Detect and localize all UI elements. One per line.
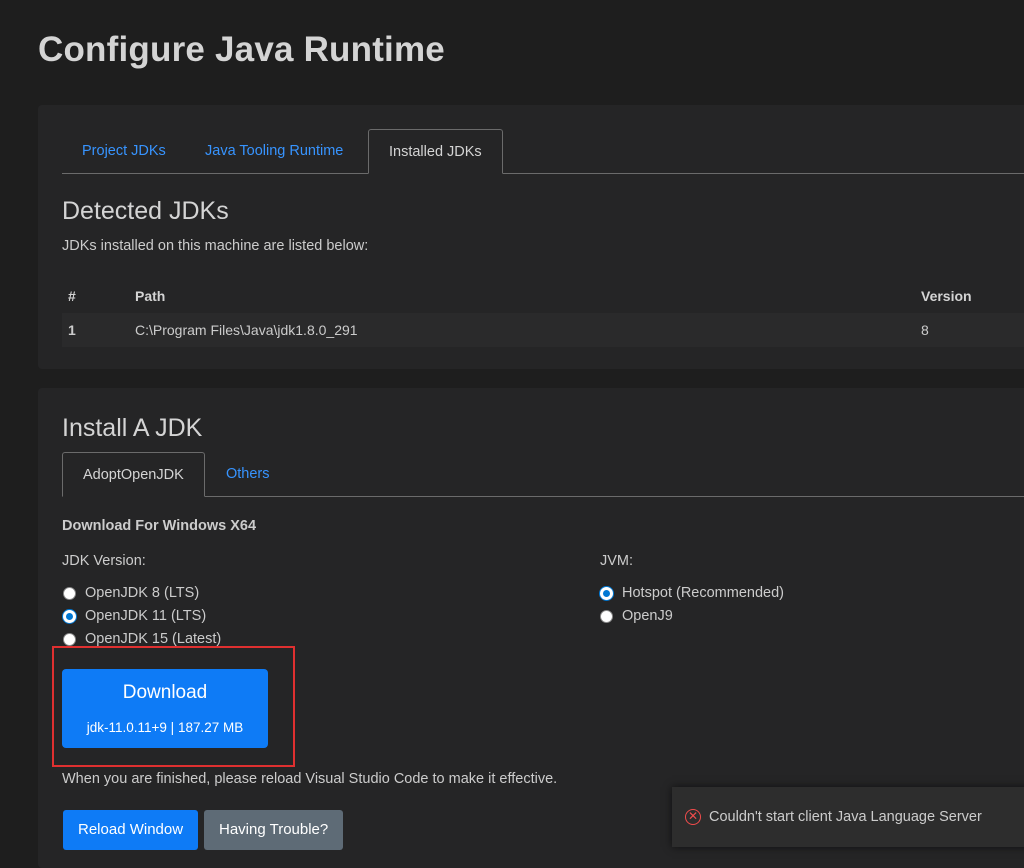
- column-header-number: #: [68, 288, 76, 304]
- notification-message: Couldn't start client Java Language Serv…: [709, 809, 982, 825]
- jdk-version-label: JDK Version:: [62, 553, 146, 569]
- column-header-path: Path: [135, 288, 166, 304]
- radio-button[interactable]: [63, 586, 76, 600]
- runtime-tabs: Project JDKs Java Tooling Runtime Instal…: [62, 129, 1024, 174]
- detected-jdks-heading: Detected JDKs: [62, 197, 229, 225]
- tab-java-tooling-runtime[interactable]: Java Tooling Runtime: [185, 129, 363, 173]
- radio-label: OpenJDK 15 (Latest): [85, 631, 222, 647]
- error-notification[interactable]: ✕ Couldn't start client Java Language Se…: [672, 787, 1024, 847]
- radio-button[interactable]: [63, 632, 76, 646]
- column-header-version: Version: [921, 288, 972, 304]
- tab-others[interactable]: Others: [206, 452, 290, 496]
- radio-label: OpenJDK 11 (LTS): [85, 608, 207, 624]
- finish-note: When you are finished, please reload Vis…: [62, 771, 558, 787]
- install-jdk-heading: Install A JDK: [62, 414, 203, 442]
- table-row: 1 C:\Program Files\Java\jdk1.8.0_291 8: [62, 313, 1024, 347]
- having-trouble-button[interactable]: Having Trouble?: [204, 810, 344, 850]
- tab-adoptopenjdk[interactable]: AdoptOpenJDK: [62, 452, 205, 497]
- platform-label: Download For Windows X64: [62, 518, 257, 534]
- tab-installed-jdks[interactable]: Installed JDKs: [368, 129, 503, 174]
- jvm-label: JVM:: [600, 553, 634, 569]
- radio-button[interactable]: [600, 609, 613, 623]
- page-title: Configure Java Runtime: [38, 30, 445, 69]
- detected-jdks-description: JDKs installed on this machine are liste…: [62, 238, 369, 254]
- installed-jdks-panel: Project JDKs Java Tooling Runtime Instal…: [38, 105, 1024, 369]
- radio-button-checked[interactable]: [63, 609, 76, 623]
- radio-label: OpenJDK 8 (LTS): [85, 585, 200, 601]
- radio-hotspot[interactable]: Hotspot (Recommended): [600, 582, 784, 604]
- radio-openjdk-11[interactable]: OpenJDK 11 (LTS): [63, 605, 206, 627]
- row-number: 1: [68, 322, 76, 338]
- distribution-tabs: AdoptOpenJDK Others: [62, 452, 1024, 497]
- radio-label: Hotspot (Recommended): [622, 585, 784, 601]
- radio-openj9[interactable]: OpenJ9: [600, 605, 673, 627]
- highlight-box: [52, 646, 295, 767]
- tab-project-jdks[interactable]: Project JDKs: [62, 129, 186, 173]
- reload-window-button[interactable]: Reload Window: [63, 810, 199, 850]
- radio-label: OpenJ9: [622, 608, 673, 624]
- table-header: # Path Version: [62, 279, 1024, 313]
- jdk-table: # Path Version 1 C:\Program Files\Java\j…: [62, 279, 1024, 347]
- row-version: 8: [921, 322, 929, 338]
- error-circle-icon: ✕: [685, 809, 701, 825]
- radio-button-checked[interactable]: [600, 586, 613, 600]
- radio-openjdk-8[interactable]: OpenJDK 8 (LTS): [63, 582, 199, 604]
- row-path: C:\Program Files\Java\jdk1.8.0_291: [135, 322, 358, 338]
